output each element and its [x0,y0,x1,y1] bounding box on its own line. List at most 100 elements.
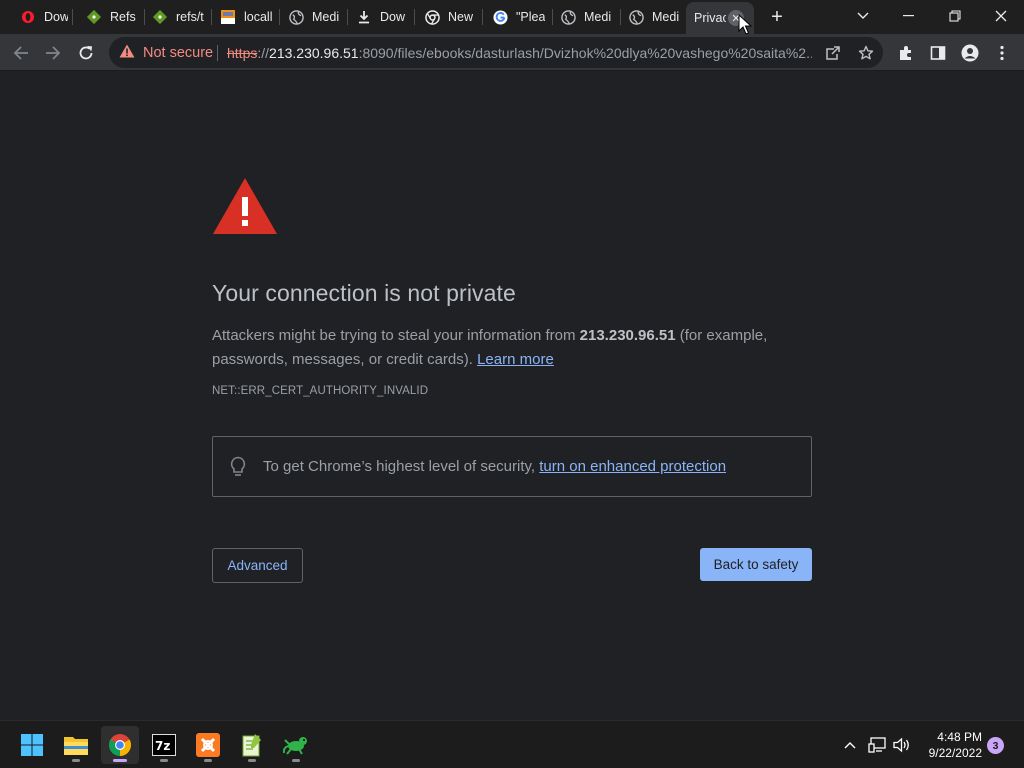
tab-label: New [448,10,474,24]
error-code: NET::ERR_CERT_AUTHORITY_INVALID [212,385,429,397]
tab-label: refs/t [176,10,204,24]
chrome-icon [109,734,131,756]
google-icon [492,9,508,25]
running-indicator [160,759,168,762]
windows-logo-icon [21,734,43,756]
explanation-text: Attackers might be trying to steal your … [212,324,812,372]
mouse-cursor-icon [738,14,752,35]
taskbar-chrome[interactable] [101,726,139,764]
learn-more-link[interactable]: Learn more [477,351,554,368]
browser-toolbar: Not secure https://213.230.96.51:8090/fi… [0,34,1024,71]
network-icon[interactable] [867,735,887,755]
enhanced-protection-link[interactable]: turn on enhanced protection [539,458,726,475]
tab-label: locall [244,10,273,24]
restore-button[interactable] [940,4,970,28]
notification-badge[interactable]: 3 [987,737,1004,754]
enhanced-protection-prefix: To get Chrome’s highest level of securit… [263,458,540,475]
lightbulb-icon [230,456,246,476]
side-panel-icon[interactable] [925,40,951,66]
advanced-button[interactable]: Advanced [212,548,303,583]
tab[interactable]: locall [204,4,278,30]
host-name: 213.230.96.51 [579,327,676,344]
tab[interactable]: Dow [340,4,410,30]
taskbar-xampp[interactable] [189,726,227,764]
not-secure-label: Not secure [143,45,214,61]
tab[interactable]: refs/t [136,4,206,30]
interstitial: Your connection is not private Attackers… [212,177,812,583]
page-title: Your connection is not private [212,280,516,306]
url-text[interactable]: https://213.230.96.51:8090/files/ebooks/… [227,45,812,61]
tab-label: Dow [380,10,406,24]
running-indicator [72,759,80,762]
explanation-prefix: Attackers might be trying to steal your … [212,327,580,344]
url-path: :8090/files/ebooks/dasturlash/Dvizhok%20… [358,45,812,61]
window-close-button[interactable] [986,4,1016,28]
tab-label: Medi [652,10,680,24]
enhanced-protection-box: To get Chrome’s highest level of securit… [212,436,812,497]
tab-label: Medi [312,10,340,24]
clock-date: 9/22/2022 [928,746,982,760]
new-tab-button[interactable]: + [766,7,788,29]
running-indicator [292,759,300,762]
star-icon[interactable] [857,44,875,62]
tab[interactable]: Dow [4,4,68,30]
taskbar-notepad-plus-plus[interactable] [233,726,271,764]
back-to-safety-button[interactable]: Back to safety [700,548,812,581]
gecko-icon [283,737,307,755]
tab-label: Medi [584,10,612,24]
tab[interactable]: Medi [544,4,614,30]
7zip-icon: 7z [152,734,176,756]
system-clock[interactable]: 4:48 PM 9/22/2022 [918,729,982,761]
clock-time: 4:48 PM [937,730,982,744]
chevron-up-icon[interactable] [840,735,860,755]
tab-label: Privac [694,11,726,25]
tab[interactable]: New [408,4,480,30]
taskbar-file-explorer[interactable] [57,726,95,764]
address-bar[interactable]: Not secure https://213.230.96.51:8090/fi… [109,37,883,68]
menu-kebab-icon[interactable] [989,40,1015,66]
security-chip[interactable]: Not secure [119,44,213,62]
url-scheme: https [227,45,258,61]
git-icon [86,9,102,25]
tab[interactable]: Medi [272,4,342,30]
xampp-icon [196,733,220,757]
globe-icon [288,9,304,25]
globe-icon [628,9,644,25]
omnibox-divider [217,45,218,61]
running-indicator [113,759,127,762]
running-indicator [248,759,256,762]
tab-strip: Dow Refs refs/t locall Medi Dow New "Ple… [0,0,1024,34]
globe-icon [560,9,576,25]
start-button[interactable] [13,726,51,764]
url-separator: :// [257,45,270,61]
taskbar-7zip[interactable]: 7z [145,726,183,764]
tab-label: Dow [44,10,68,24]
folder-icon [64,737,88,755]
git-icon [152,9,168,25]
extensions-icon[interactable] [893,40,919,66]
chevron-down-icon[interactable] [848,4,878,28]
phpmyadmin-icon [220,9,236,25]
opera-icon [20,9,36,25]
svg-text:7z: 7z [155,739,170,753]
tab[interactable]: Medi [612,4,682,30]
volume-icon[interactable] [892,735,912,755]
reload-icon[interactable] [73,40,99,66]
download-icon [356,9,372,25]
running-indicator [204,759,212,762]
tab[interactable]: Refs [70,4,136,30]
back-arrow-icon[interactable] [8,40,34,66]
warning-triangle-icon [213,178,277,234]
tab-label: "Plea [516,10,546,24]
warning-triangle-icon [119,44,135,63]
taskbar-gecko-app[interactable] [277,726,315,764]
minimize-button[interactable] [894,4,924,28]
enhanced-protection-text: To get Chrome’s highest level of securit… [263,458,726,475]
taskbar: 7z 4:48 PM 9/22/2022 3 [0,720,1024,768]
tab[interactable]: "Plea [476,4,550,30]
profile-icon[interactable] [957,40,983,66]
share-icon[interactable] [824,44,842,62]
forward-arrow-icon[interactable] [40,40,66,66]
url-host: 213.230.96.51 [269,45,359,61]
tab-label: Refs [110,10,136,24]
